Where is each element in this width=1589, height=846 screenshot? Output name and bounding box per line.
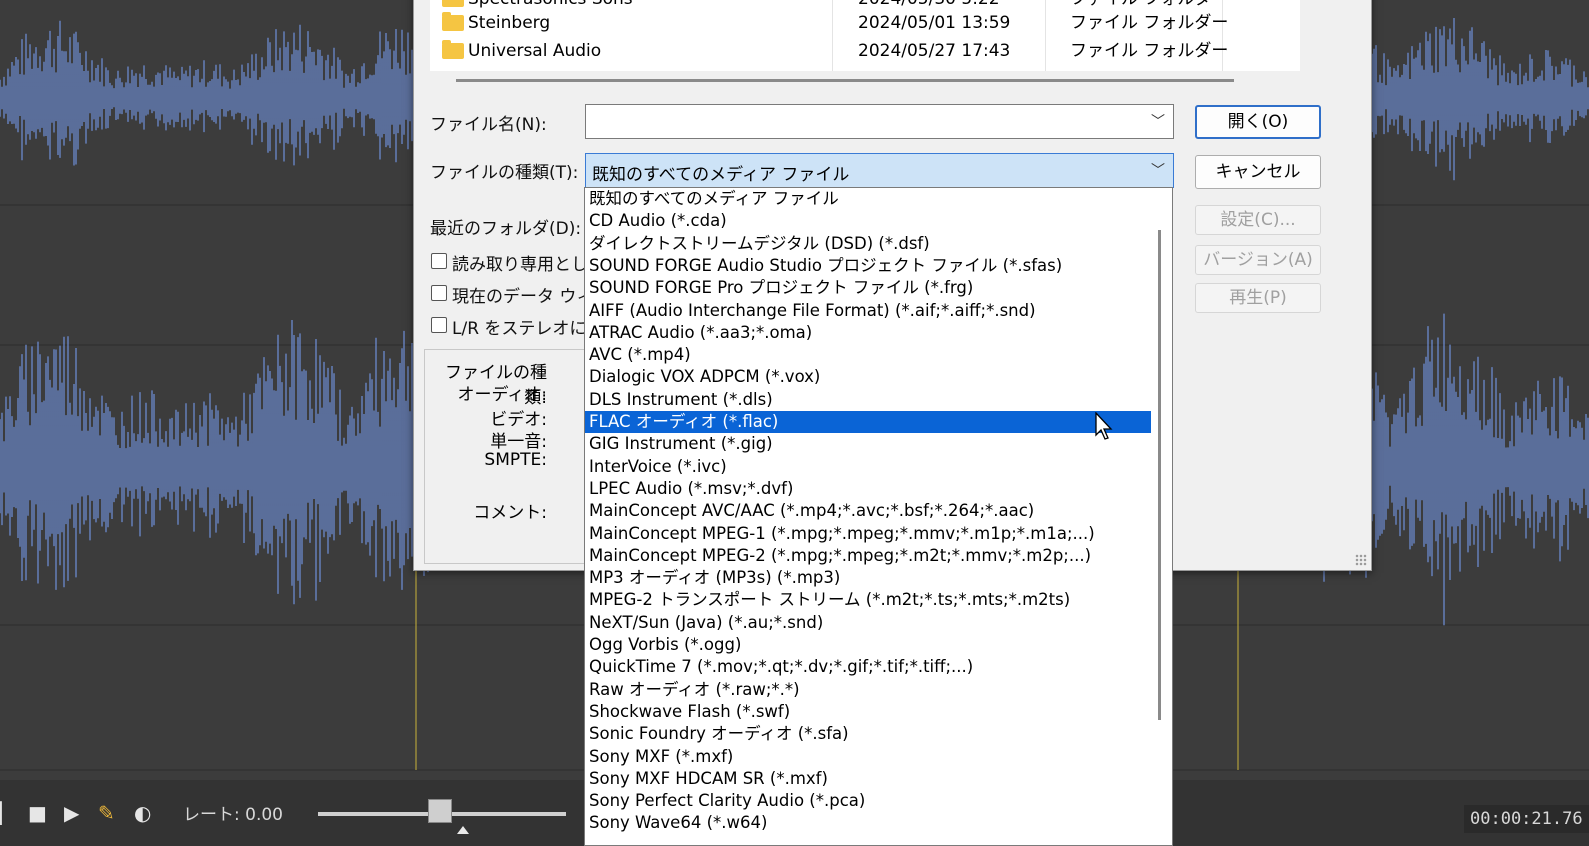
version-button[interactable]: バージョン(A) bbox=[1195, 245, 1321, 275]
file-name: Universal Audio bbox=[468, 41, 602, 61]
file-list[interactable]: Spectrasonics Sons 2024/05/30 5:22 ファイル … bbox=[430, 0, 1300, 71]
file-list-horizontal-scrollbar[interactable] bbox=[456, 79, 1234, 82]
dropdown-option[interactable]: QuickTime 7 (*.mov;*.qt;*.dv;*.gif;*.tif… bbox=[585, 656, 1151, 678]
filename-combo[interactable]: ﹀ bbox=[585, 104, 1174, 139]
lr-stereo-checkbox[interactable] bbox=[431, 317, 447, 333]
cancel-button[interactable]: キャンセル bbox=[1195, 155, 1321, 189]
filetype-combo[interactable]: 既知のすべてのメディア ファイル ﹀ bbox=[585, 153, 1174, 188]
dropdown-option[interactable]: 既知のすべてのメディア ファイル bbox=[585, 188, 1151, 210]
dropdown-option[interactable]: Sony MXF (*.mxf) bbox=[585, 746, 1151, 768]
dropdown-option[interactable]: MainConcept AVC/AAC (*.mp4;*.avc;*.bsf;*… bbox=[585, 500, 1151, 522]
file-type: ファイル フォルダー bbox=[1070, 41, 1229, 61]
filetype-dropdown-list[interactable]: 既知のすべてのメディア ファイル CD Audio (*.cda) ダイレクトストリ… bbox=[584, 187, 1173, 846]
dropdown-option[interactable]: ATRAC Audio (*.aa3;*.oma) bbox=[585, 322, 1151, 344]
dropdown-option[interactable]: CD Audio (*.cda) bbox=[585, 210, 1151, 232]
info-smpte-label: SMPTE: bbox=[484, 450, 547, 470]
dropdown-option[interactable]: MP3 オーディオ (MP3s) (*.mp3) bbox=[585, 567, 1151, 589]
dropdown-option[interactable]: MainConcept MPEG-1 (*.mpg;*.mpeg;*.mmv;*… bbox=[585, 523, 1151, 545]
info-audio-label: オーディオ: bbox=[457, 385, 547, 405]
dropdown-option[interactable]: Dialogic VOX ADPCM (*.vox) bbox=[585, 366, 1151, 388]
dropdown-option[interactable]: AIFF (Audio Interchange File Format) (*.… bbox=[585, 300, 1151, 322]
folder-icon bbox=[442, 0, 464, 7]
file-info-panel: ファイルの種類: オーディオ: ビデオ: 単一音: SMPTE: コメント: bbox=[424, 349, 604, 564]
current-window-checkbox[interactable] bbox=[431, 285, 447, 301]
filename-label: ファイル名(N): bbox=[430, 115, 547, 135]
dropdown-option[interactable]: NeXT/Sun (Java) (*.au;*.snd) bbox=[585, 612, 1151, 634]
rate-slider-marker bbox=[457, 826, 469, 834]
dropdown-option[interactable]: Sony MXF HDCAM SR (*.mxf) bbox=[585, 768, 1151, 790]
dropdown-option[interactable]: MainConcept MPEG-2 (*.mpg;*.mpeg;*.m2t;*… bbox=[585, 545, 1151, 567]
file-date: 2024/05/01 13:59 bbox=[858, 13, 1011, 33]
dropdown-option[interactable]: Sony Perfect Clarity Audio (*.pca) bbox=[585, 790, 1151, 812]
dropdown-option[interactable]: MPEG-2 トランスポート ストリーム (*.m2t;*.ts;*.mts;*… bbox=[585, 589, 1151, 611]
open-button[interactable]: 開く(O) bbox=[1195, 105, 1321, 139]
pencil-icon[interactable]: ✎ bbox=[98, 803, 115, 823]
mouse-cursor-icon bbox=[1095, 412, 1113, 440]
filetype-label: ファイルの種類(T): bbox=[430, 163, 579, 183]
dropdown-option[interactable]: Raw オーディオ (*.raw;*.*) bbox=[585, 679, 1151, 701]
file-date: 2024/05/27 17:43 bbox=[858, 41, 1011, 61]
readonly-checkbox-label: 読み取り専用として bbox=[452, 255, 605, 275]
play-button[interactable]: 再生(P) bbox=[1195, 283, 1321, 313]
resize-grip-icon[interactable] bbox=[1355, 554, 1367, 566]
recent-folder-label: 最近のフォルダ(D): bbox=[430, 219, 582, 239]
dropdown-option[interactable]: ダイレクトストリームデジタル (DSD) (*.dsf) bbox=[585, 233, 1151, 255]
folder-icon bbox=[442, 12, 464, 31]
dropdown-option[interactable]: FLAC オーディオ (*.flac) bbox=[585, 411, 1151, 433]
scrub-icon[interactable]: ◐ bbox=[134, 803, 151, 823]
folder-icon bbox=[442, 40, 464, 59]
rate-label: レート: 0.00 bbox=[183, 805, 283, 825]
chevron-down-icon[interactable]: ﹀ bbox=[1151, 160, 1165, 180]
dropdown-option[interactable]: SOUND FORGE Audio Studio プロジェクト ファイル (*.… bbox=[585, 255, 1151, 277]
readonly-checkbox[interactable] bbox=[431, 253, 447, 269]
file-type: ファイル フォルダー bbox=[1070, 13, 1229, 33]
dropdown-option[interactable]: Sony Wave64 (*.w64) bbox=[585, 812, 1151, 834]
dropdown-option[interactable]: SOUND FORGE Pro プロジェクト ファイル (*.frg) bbox=[585, 277, 1151, 299]
settings-button[interactable]: 設定(C)... bbox=[1195, 205, 1321, 235]
filetype-value: 既知のすべてのメディア ファイル bbox=[592, 165, 850, 185]
dropdown-option[interactable]: InterVoice (*.ivc) bbox=[585, 456, 1151, 478]
skip-icon[interactable]: ▏ bbox=[0, 803, 15, 823]
stop-icon[interactable]: ■ bbox=[28, 803, 47, 823]
rate-slider-thumb[interactable] bbox=[428, 799, 452, 823]
dropdown-option[interactable]: Sonic Foundry オーディオ (*.sfa) bbox=[585, 723, 1151, 745]
file-row[interactable]: Universal Audio 2024/05/27 17:43 ファイル フォ… bbox=[430, 37, 1300, 65]
file-row[interactable]: Steinberg 2024/05/01 13:59 ファイル フォルダー bbox=[430, 9, 1300, 37]
dropdown-option[interactable]: AVC (*.mp4) bbox=[585, 344, 1151, 366]
dropdown-option[interactable]: DLS Instrument (*.dls) bbox=[585, 389, 1151, 411]
timecode-display: 00:00:21.76 bbox=[1464, 805, 1589, 833]
dropdown-option[interactable]: GIG Instrument (*.gig) bbox=[585, 433, 1151, 455]
play-icon[interactable]: ▶ bbox=[64, 803, 79, 823]
file-name: Steinberg bbox=[468, 13, 551, 33]
info-comment-label: コメント: bbox=[473, 503, 547, 523]
dropdown-option[interactable]: Shockwave Flash (*.swf) bbox=[585, 701, 1151, 723]
lr-stereo-checkbox-label: L/R をステレオにマ bbox=[452, 319, 604, 339]
dropdown-option[interactable]: Ogg Vorbis (*.ogg) bbox=[585, 634, 1151, 656]
dropdown-scrollbar[interactable] bbox=[1158, 230, 1161, 720]
dropdown-option[interactable]: LPEC Audio (*.msv;*.dvf) bbox=[585, 478, 1151, 500]
chevron-down-icon[interactable]: ﹀ bbox=[1151, 111, 1165, 131]
info-tone-label: 単一音: bbox=[490, 432, 547, 452]
